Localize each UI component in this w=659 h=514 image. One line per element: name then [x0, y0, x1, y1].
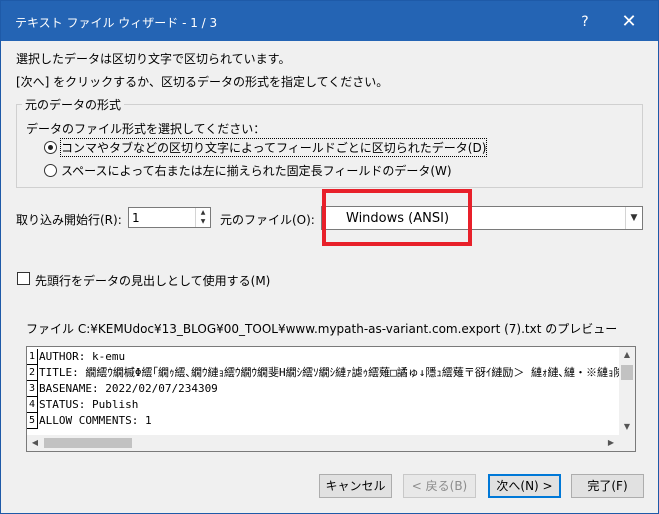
intro-text-2: [次へ] をクリックするか、区切るデータの形式を指定してください。 [16, 75, 389, 89]
row-number: 1 [27, 349, 38, 365]
vertical-scroll-thumb[interactable] [621, 365, 633, 380]
radio-delimited[interactable]: コンマやタブなどの区切り文字によってフィールドごとに区切られたデータ(D) [44, 137, 488, 157]
preview-pane[interactable]: 1 AUTHOR: k-emu 2 TITLE: 繝繧ｳ繝槭Φ繧｢繝ｩ繧､繝ｳ縺… [26, 346, 636, 452]
chevron-down-icon[interactable]: ▼ [625, 207, 642, 229]
scroll-corner [619, 435, 635, 451]
scroll-right-icon[interactable]: ▶ [603, 435, 619, 451]
start-row-label: 取り込み開始行(R): [16, 213, 122, 227]
annotation-highlight-box [322, 189, 472, 246]
start-row-value[interactable]: 1 [132, 211, 140, 225]
scroll-up-icon[interactable]: ▲ [619, 347, 635, 363]
format-group-title: 元のデータの形式 [22, 96, 125, 113]
row-number: 3 [27, 381, 38, 397]
radio-label-fixed-width: スペースによって右または左に揃えられた固定長フィールドのデータ(W) [61, 163, 452, 178]
scroll-down-icon[interactable]: ▼ [619, 419, 635, 435]
text-import-wizard-dialog: テキスト ファイル ウィザード - 1 / 3 ? ✕ 選択したデータは区切り文… [0, 0, 659, 514]
spin-down-icon[interactable]: ▼ [196, 217, 210, 226]
format-instruction: データのファイル形式を選択してください： [26, 122, 266, 136]
row-number: 2 [27, 365, 38, 381]
radio-label-delimited: コンマやタブなどの区切り文字によってフィールドごとに区切られたデータ(D) [59, 137, 488, 157]
start-row-spinner[interactable]: 1 ▲ ▼ [128, 207, 211, 228]
finish-button[interactable]: 完了(F) [571, 474, 644, 498]
preview-row: BASENAME: 2022/02/07/234309 [39, 382, 218, 395]
next-button[interactable]: 次へ(N) > [488, 474, 561, 498]
row-number: 4 [27, 397, 38, 413]
preview-label: ファイル C:¥KEMUdoc¥13_BLOG¥00_TOOL¥www.mypa… [26, 322, 618, 336]
radio-button-selected[interactable] [44, 140, 57, 154]
spinner-buttons: ▲ ▼ [195, 208, 210, 227]
row-number: 5 [27, 413, 38, 429]
cancel-button[interactable]: キャンセル [319, 474, 392, 498]
preview-row: ALLOW COMMENTS: 1 [39, 414, 152, 427]
preview-row: AUTHOR: k-emu [39, 350, 126, 363]
help-button[interactable]: ? [565, 6, 605, 38]
preview-row: TITLE: 繝繧ｳ繝槭Φ繧｢繝ｩ繧､繝ｳ縺ｮ繧ｳ繝ｳ繝斐Η繝ｼ繧ｿ繝ｼ縺ｧ謔ｩ… [39, 366, 636, 379]
radio-fixed-width[interactable]: スペースによって右または左に揃えられた固定長フィールドのデータ(W) [44, 161, 452, 179]
intro-text-1: 選択したデータは区切り文字で区切られています。 [16, 52, 291, 66]
window-title: テキスト ファイル ウィザード - 1 / 3 [15, 16, 218, 30]
scroll-left-icon[interactable]: ◀ [27, 435, 43, 451]
horizontal-scroll-thumb[interactable] [44, 438, 132, 448]
close-button[interactable]: ✕ [609, 6, 649, 38]
vertical-scrollbar[interactable]: ▲ ▼ [619, 347, 635, 435]
header-checkbox[interactable] [17, 272, 30, 285]
spin-up-icon[interactable]: ▲ [196, 208, 210, 217]
preview-row: STATUS: Publish [39, 398, 139, 411]
horizontal-scrollbar[interactable]: ◀ ▶ [27, 435, 619, 451]
radio-button-unselected[interactable] [44, 163, 57, 177]
back-button[interactable]: < 戻る(B) [403, 474, 476, 498]
title-bar: テキスト ファイル ウィザード - 1 / 3 ? ✕ [1, 1, 658, 41]
header-checkbox-label: 先頭行をデータの見出しとして使用する(M) [35, 274, 271, 288]
origin-label: 元のファイル(O): [220, 213, 315, 227]
